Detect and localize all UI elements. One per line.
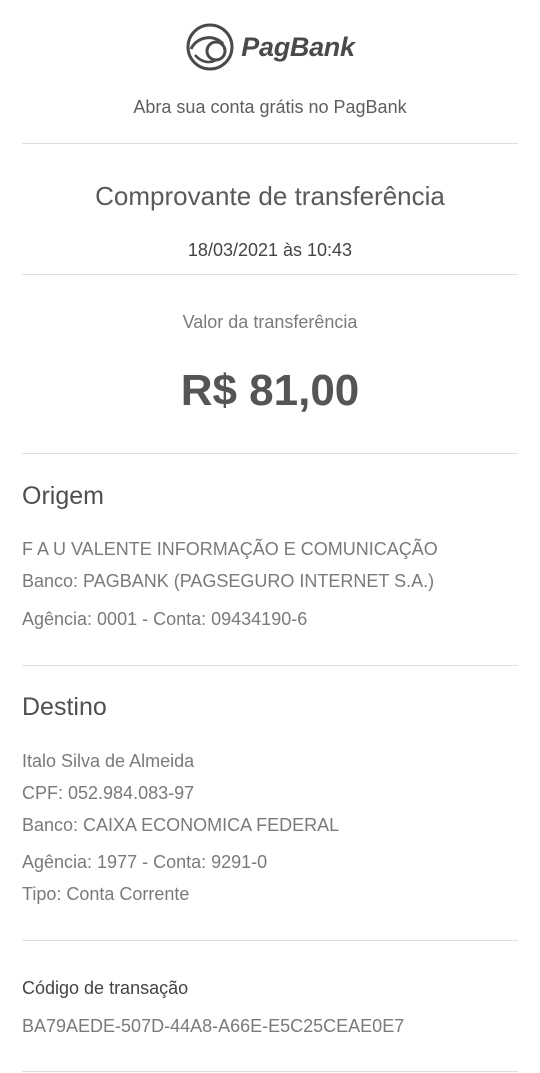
brand-name: PagBank — [241, 31, 355, 62]
divider — [22, 453, 518, 454]
destination-heading: Destino — [22, 693, 107, 721]
destination-bank: Banco: CAIXA ECONOMICA FEDERAL — [22, 815, 340, 835]
divider — [22, 1071, 518, 1072]
signup-link[interactable]: Abra sua conta grátis no PagBank — [0, 97, 540, 118]
divider — [22, 143, 518, 144]
transfer-value: R$ 81,00 — [180, 366, 360, 415]
origin-account: Agência: 0001 - Conta: 09434190-6 — [22, 609, 308, 629]
divider — [22, 665, 518, 666]
page-title: Comprovante de transferência — [95, 181, 445, 211]
transaction-code: BA79AEDE-507D-44A8-A66E-E5C25CEAE0E7 — [22, 1016, 405, 1036]
origin-heading: Origem — [22, 482, 104, 510]
receipt-page: PagBank Abra sua conta grátis no PagBank… — [0, 0, 540, 1073]
transaction-code-label: Código de transação — [22, 978, 189, 998]
divider — [22, 940, 518, 941]
origin-bank: Banco: PAGBANK (PAGSEGURO INTERNET S.A.) — [22, 571, 435, 591]
transfer-datetime: 18/03/2021 às 10:43 — [187, 240, 353, 260]
destination-cpf: CPF: 052.984.083-97 — [22, 783, 195, 803]
destination-name: Italo Silva de Almeida — [22, 751, 195, 771]
divider — [22, 274, 518, 275]
destination-account: Agência: 1977 - Conta: 9291-0 — [22, 852, 268, 872]
origin-name: F A U VALENTE INFORMAÇÃO E COMUNICAÇÃO — [22, 539, 438, 559]
destination-account-type: Tipo: Conta Corrente — [22, 884, 190, 904]
pagbank-logo-icon — [186, 23, 234, 71]
brand-logo: PagBank — [0, 22, 540, 72]
transfer-value-label: Valor da transferência — [182, 312, 358, 332]
